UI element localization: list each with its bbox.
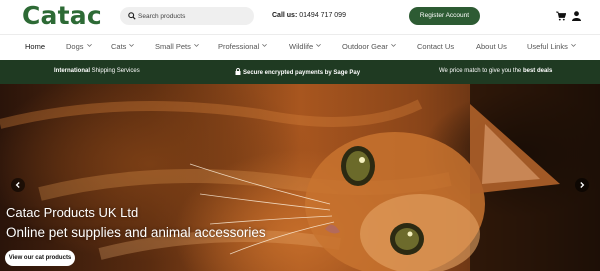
- carousel-next-button[interactable]: [575, 178, 589, 192]
- register-account-button[interactable]: Register Account: [409, 7, 480, 25]
- nav-item-label: Outdoor Gear: [342, 42, 388, 51]
- promo-international: International Shipping Services: [54, 68, 140, 74]
- chevron-down-icon: [316, 43, 322, 47]
- chevron-down-icon: [391, 43, 396, 47]
- promo-price-match-bold: best deals: [522, 68, 553, 74]
- promo-price-match-rest: We price match to give you the: [439, 68, 523, 74]
- chevron-down-icon: [571, 43, 576, 47]
- nav-item-label: Useful Links: [527, 42, 568, 51]
- call-label: Call us:: [272, 12, 298, 19]
- nav-item-label: Professional: [218, 42, 260, 51]
- nav-item-label: Dogs: [66, 42, 84, 51]
- user-icon[interactable]: [572, 11, 581, 21]
- view-cat-products-button[interactable]: View our cat products: [5, 250, 75, 266]
- chevron-right-icon: [580, 182, 585, 188]
- chevron-down-icon: [129, 43, 135, 47]
- chevron-down-icon: [262, 43, 268, 47]
- search-bar[interactable]: [120, 7, 254, 25]
- logo[interactable]: Catac: [22, 1, 102, 30]
- nav-item-label: Small Pets: [155, 42, 191, 51]
- nav-item-label: Cats: [111, 42, 127, 51]
- promo-price-match: We price match to give you the best deal…: [439, 68, 552, 74]
- promo-secure-payments: Secure encrypted payments by Sage Pay: [235, 68, 360, 76]
- promo-bar: International Shipping Services Secure e…: [0, 60, 600, 84]
- hero-banner: Catac Products UK Ltd Online pet supplie…: [0, 84, 600, 271]
- carousel-prev-button[interactable]: [11, 178, 25, 192]
- search-input[interactable]: [138, 8, 248, 24]
- nav-item-label: Home: [25, 42, 46, 51]
- hero-title: Catac Products UK Ltd: [6, 205, 139, 220]
- nav-item-wildlife[interactable]: Wildlife: [289, 42, 322, 51]
- nav-item-label: Contact Us: [417, 42, 455, 51]
- chevron-down-icon: [86, 43, 92, 47]
- chevron-left-icon: [15, 182, 20, 188]
- nav-item-cats[interactable]: Cats: [111, 42, 135, 51]
- search-icon: [128, 12, 136, 20]
- chevron-down-icon: [194, 43, 199, 47]
- promo-secure-text: Secure encrypted payments by Sage Pay: [243, 70, 361, 76]
- promo-international-rest: Shipping Services: [90, 68, 140, 74]
- cart-icon[interactable]: [556, 11, 566, 21]
- promo-international-bold: International: [54, 68, 91, 74]
- lock-icon: [235, 68, 241, 75]
- nav-item-about-us[interactable]: About Us: [476, 42, 507, 51]
- hero-subtitle: Online pet supplies and animal accessori…: [6, 225, 266, 240]
- nav-item-label: Wildlife: [289, 42, 314, 51]
- nav-item-professional[interactable]: Professional: [218, 42, 268, 51]
- site-header: Catac Call us: 01494 717 099 Register Ac…: [0, 0, 600, 34]
- nav-item-home[interactable]: Home: [25, 42, 45, 51]
- kitten-image: [0, 84, 600, 271]
- phone-number[interactable]: 01494 717 099: [299, 12, 346, 19]
- main-nav: Home Dogs Cats Small Pets Professional W…: [0, 34, 600, 60]
- nav-item-outdoor-gear[interactable]: Outdoor Gear: [342, 42, 396, 51]
- nav-item-small-pets[interactable]: Small Pets: [155, 42, 199, 51]
- nav-item-dogs[interactable]: Dogs: [66, 42, 92, 51]
- nav-item-useful-links[interactable]: Useful Links: [527, 42, 576, 51]
- nav-item-label: About Us: [476, 42, 507, 51]
- nav-item-contact-us[interactable]: Contact Us: [417, 42, 454, 51]
- call-us: Call us: 01494 717 099: [272, 12, 346, 19]
